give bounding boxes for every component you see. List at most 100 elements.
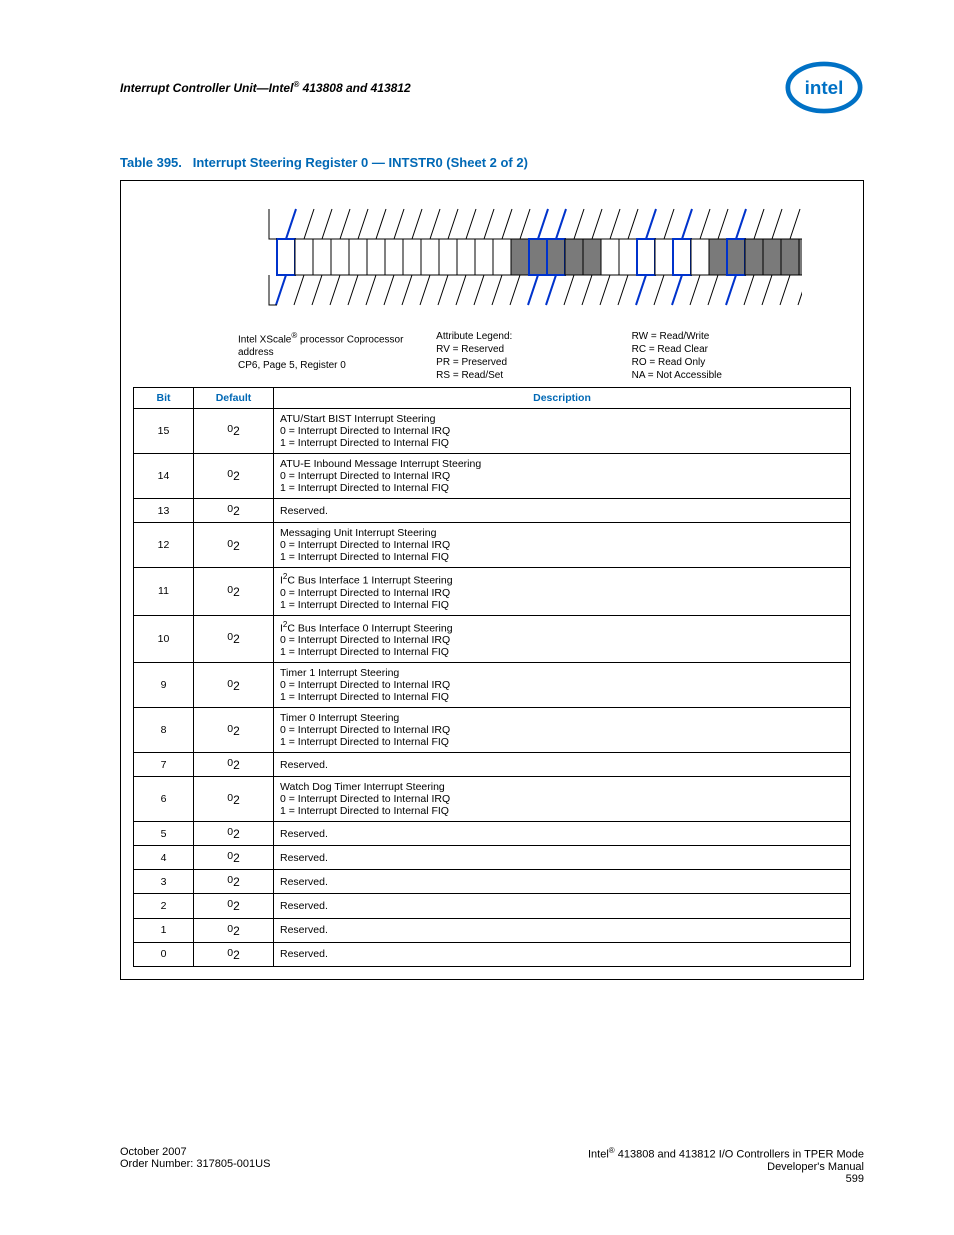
table-title: Interrupt Steering Register 0 — INTSTR0 … (193, 155, 528, 170)
svg-text:intel: intel (805, 77, 844, 98)
table-row: 902Timer 1 Interrupt Steering0 = Interru… (134, 663, 851, 708)
description-cell: Messaging Unit Interrupt Steering0 = Int… (274, 523, 851, 568)
description-cell: Reserved. (274, 870, 851, 894)
footer-right: Intel® 413808 and 413812 I/O Controllers… (588, 1146, 864, 1185)
footer-date: October 2007 (120, 1146, 270, 1158)
intel-logo-icon: intel (784, 60, 864, 115)
default-cell: 02 (194, 568, 274, 616)
legend-rv: RV = Reserved (436, 344, 631, 355)
bit-cell: 0 (134, 942, 194, 966)
bit-cell: 1 (134, 918, 194, 942)
description-cell: Reserved. (274, 822, 851, 846)
table-caption: Table 395. Interrupt Steering Register 0… (120, 155, 864, 170)
bit-cell: 2 (134, 894, 194, 918)
table-row: 1202Messaging Unit Interrupt Steering0 =… (134, 523, 851, 568)
table-row: 1402ATU-E Inbound Message Interrupt Stee… (134, 454, 851, 499)
table-row: 402Reserved. (134, 846, 851, 870)
register-figure: Intel XScale® processor Coprocessor addr… (120, 180, 864, 980)
footer-doc-subtitle: Developer's Manual (588, 1161, 864, 1173)
coproc-label-line2: address (238, 347, 436, 358)
table-row: 102Reserved. (134, 918, 851, 942)
table-row: 002Reserved. (134, 942, 851, 966)
bit-cell: 6 (134, 777, 194, 822)
col-bit: Bit (134, 388, 194, 409)
diagram-labels: Intel XScale® processor Coprocessor addr… (133, 331, 851, 381)
default-cell: 02 (194, 454, 274, 499)
bit-cell: 7 (134, 753, 194, 777)
default-cell: 02 (194, 409, 274, 454)
default-cell: 02 (194, 777, 274, 822)
header-title-prefix: Interrupt Controller Unit—Intel (120, 81, 293, 95)
table-row: 802Timer 0 Interrupt Steering0 = Interru… (134, 708, 851, 753)
description-cell: Timer 1 Interrupt Steering0 = Interrupt … (274, 663, 851, 708)
default-cell: 02 (194, 708, 274, 753)
description-cell: I2C Bus Interface 1 Interrupt Steering0 … (274, 568, 851, 616)
default-cell: 02 (194, 822, 274, 846)
page-header: Interrupt Controller Unit—Intel® 413808 … (120, 60, 864, 115)
table-row: 1502ATU/Start BIST Interrupt Steering0 =… (134, 409, 851, 454)
footer-left: October 2007 Order Number: 317805-001US (120, 1146, 270, 1185)
register-table: Bit Default Description 1502ATU/Start BI… (133, 387, 851, 967)
attribute-legend-right: RW = Read/Write RC = Read Clear RO = Rea… (632, 331, 841, 381)
description-cell: Reserved. (274, 942, 851, 966)
diagram-label-left: Intel XScale® processor Coprocessor addr… (143, 331, 436, 381)
default-cell: 02 (194, 894, 274, 918)
footer-doc-title: Intel® 413808 and 413812 I/O Controllers… (588, 1146, 864, 1161)
col-description: Description (274, 388, 851, 409)
legend-rw: RW = Read/Write (632, 331, 841, 342)
default-cell: 02 (194, 846, 274, 870)
description-cell: ATU-E Inbound Message Interrupt Steering… (274, 454, 851, 499)
table-row: 1302Reserved. (134, 499, 851, 523)
default-cell: 02 (194, 753, 274, 777)
description-cell: Reserved. (274, 918, 851, 942)
coproc-label-line1: Intel XScale® processor Coprocessor (238, 331, 436, 345)
bit-cell: 12 (134, 523, 194, 568)
table-row: 702Reserved. (134, 753, 851, 777)
description-cell: Watch Dog Timer Interrupt Steering0 = In… (274, 777, 851, 822)
legend-na: NA = Not Accessible (632, 370, 841, 381)
description-cell: Reserved. (274, 499, 851, 523)
description-cell: Reserved. (274, 753, 851, 777)
footer-page-number: 599 (588, 1173, 864, 1185)
bit-cell: 5 (134, 822, 194, 846)
bit-cell: 13 (134, 499, 194, 523)
description-cell: ATU/Start BIST Interrupt Steering0 = Int… (274, 409, 851, 454)
header-title-suffix: 413808 and 413812 (299, 81, 410, 95)
header-title: Interrupt Controller Unit—Intel® 413808 … (120, 80, 411, 95)
bit-cell: 8 (134, 708, 194, 753)
legend-ro: RO = Read Only (632, 357, 841, 368)
default-cell: 02 (194, 523, 274, 568)
attribute-legend: Attribute Legend: RV = Reserved PR = Pre… (436, 331, 631, 381)
description-cell: Reserved. (274, 846, 851, 870)
bit-cell: 9 (134, 663, 194, 708)
bit-diagram (182, 203, 802, 323)
default-cell: 02 (194, 918, 274, 942)
default-cell: 02 (194, 663, 274, 708)
bit-cell: 11 (134, 568, 194, 616)
description-cell: I2C Bus Interface 0 Interrupt Steering0 … (274, 615, 851, 663)
table-row: 502Reserved. (134, 822, 851, 846)
legend-title: Attribute Legend: (436, 331, 631, 342)
bit-cell: 4 (134, 846, 194, 870)
description-cell: Reserved. (274, 894, 851, 918)
default-cell: 02 (194, 499, 274, 523)
table-row: 302Reserved. (134, 870, 851, 894)
description-cell: Timer 0 Interrupt Steering0 = Interrupt … (274, 708, 851, 753)
table-row: 1002I2C Bus Interface 0 Interrupt Steeri… (134, 615, 851, 663)
table-header-row: Bit Default Description (134, 388, 851, 409)
default-cell: 02 (194, 615, 274, 663)
legend-pr: PR = Preserved (436, 357, 631, 368)
footer-order-number: Order Number: 317805-001US (120, 1158, 270, 1170)
legend-rc: RC = Read Clear (632, 344, 841, 355)
bit-cell: 3 (134, 870, 194, 894)
default-cell: 02 (194, 942, 274, 966)
table-row: 1102I2C Bus Interface 1 Interrupt Steeri… (134, 568, 851, 616)
coproc-label-line3: CP6, Page 5, Register 0 (238, 360, 436, 371)
bit-cell: 10 (134, 615, 194, 663)
page-footer: October 2007 Order Number: 317805-001US … (120, 1146, 864, 1185)
col-default: Default (194, 388, 274, 409)
default-cell: 02 (194, 870, 274, 894)
bit-cell: 14 (134, 454, 194, 499)
legend-rs: RS = Read/Set (436, 370, 631, 381)
table-row: 202Reserved. (134, 894, 851, 918)
